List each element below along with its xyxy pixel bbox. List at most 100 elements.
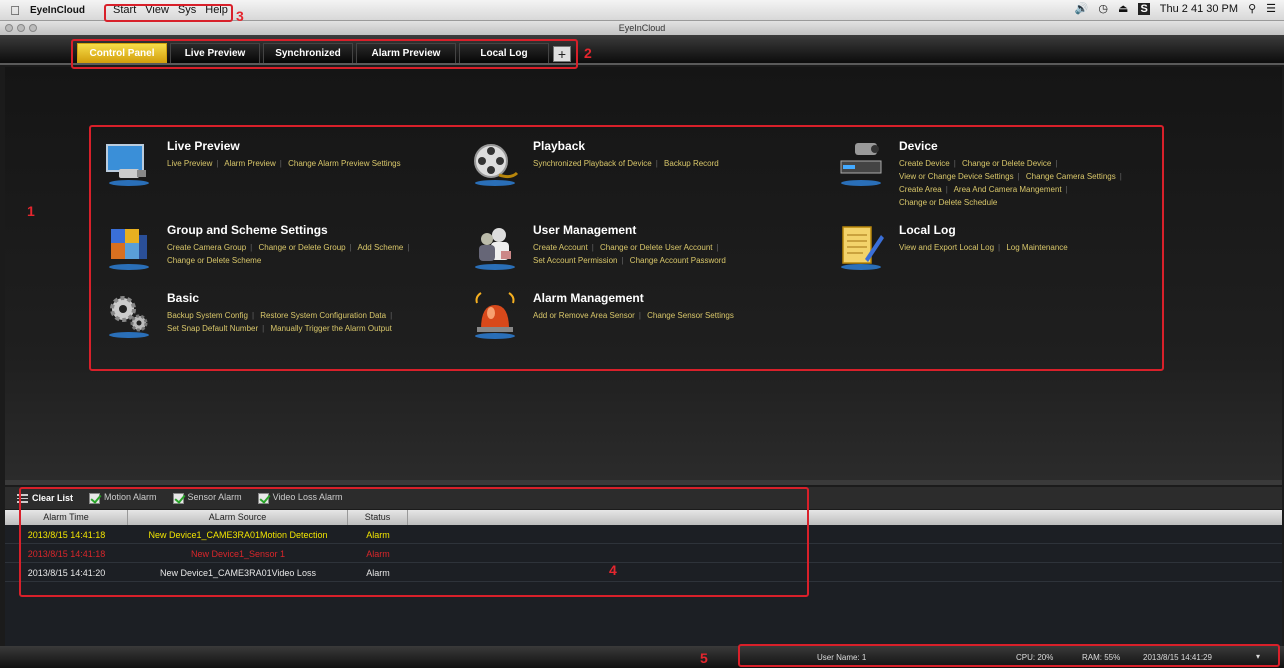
link-restore-system-config[interactable]: Restore System Configuration Data [260, 311, 386, 320]
menubar-tray: 🔊 ◷ ⏏ S Thu 2 41 30 PM ⚲ ☰ [1075, 2, 1276, 15]
tile-title[interactable]: User Management [533, 223, 773, 237]
tab-live-preview[interactable]: Live Preview [170, 43, 260, 63]
app-name[interactable]: EyeInCloud [30, 5, 85, 16]
link-view-export-local-log[interactable]: View and Export Local Log [899, 243, 994, 252]
link-create-area[interactable]: Create Area [899, 185, 942, 194]
tile-title[interactable]: Playback [533, 139, 823, 153]
film-reel-icon[interactable] [471, 139, 519, 187]
filter-video-loss-alarm[interactable]: Video Loss Alarm [257, 492, 343, 504]
tile-group-scheme: Group and Scheme Settings Create Camera … [105, 223, 457, 271]
table-row[interactable]: 2013/8/15 14:41:20 New Device1_CAME3RA01… [5, 564, 1282, 582]
cell-alarm-source: New Device1_CAME3RA01Motion Detection [148, 530, 328, 540]
tab-local-log[interactable]: Local Log [459, 43, 549, 63]
annotation-label-2: 2 [584, 45, 592, 61]
link-change-sensor-settings[interactable]: Change Sensor Settings [647, 311, 734, 320]
column-header-alarm-source[interactable]: ALarm Source [128, 510, 348, 525]
tab-control-panel[interactable]: Control Panel [77, 43, 167, 63]
alarm-table: Alarm Time ALarm Source Status 2013/8/15… [5, 510, 1282, 646]
cell-alarm-source: New Device1_CAME3RA01Video Loss [160, 568, 316, 578]
chevron-down-icon[interactable]: ▾ [1256, 652, 1260, 661]
menu-view[interactable]: View [145, 4, 169, 16]
link-create-camera-group[interactable]: Create Camera Group [167, 243, 246, 252]
panel-splitter[interactable] [5, 480, 1282, 485]
link-live-preview[interactable]: Live Preview [167, 159, 212, 168]
column-header-status[interactable]: Status [348, 510, 408, 525]
filter-motion-alarm[interactable]: Motion Alarm [89, 492, 157, 504]
tile-title[interactable]: Group and Scheme Settings [167, 223, 457, 237]
spotlight-icon[interactable]: ⚲ [1248, 2, 1256, 15]
zoom-window-button[interactable] [29, 24, 37, 32]
tab-synchronized[interactable]: Synchronized [263, 43, 353, 63]
link-change-delete-scheme[interactable]: Change or Delete Scheme [167, 256, 261, 265]
menu-help[interactable]: Help [205, 4, 228, 16]
tile-device: Device Create Device | Change or Delete D… [837, 139, 1159, 209]
link-set-snap-default-number[interactable]: Set Snap Default Number [167, 324, 258, 333]
clear-list-label: Clear List [32, 493, 74, 503]
checkbox-checked-icon[interactable] [172, 492, 184, 504]
gears-icon[interactable] [105, 291, 153, 339]
add-tab-button[interactable]: + [553, 46, 571, 62]
notepad-pencil-icon[interactable] [837, 223, 885, 271]
tile-alarm-management: Alarm Management Add or Remove Area Sens… [471, 291, 823, 339]
window-titlebar: EyeInCloud [0, 21, 1284, 35]
cell-status: Alarm [366, 568, 390, 578]
alarm-toolbar: Clear List Motion Alarm Sensor Alarm Vid… [5, 487, 1282, 509]
link-alarm-preview[interactable]: Alarm Preview [224, 159, 276, 168]
link-change-camera-settings[interactable]: Change Camera Settings [1026, 172, 1116, 181]
link-change-delete-user-account[interactable]: Change or Delete User Account [600, 243, 713, 252]
link-change-delete-schedule[interactable]: Change or Delete Schedule [899, 198, 997, 207]
tile-title[interactable]: Alarm Management [533, 291, 823, 305]
link-synchronized-playback[interactable]: Synchronized Playback of Device [533, 159, 652, 168]
alarm-siren-icon[interactable] [471, 291, 519, 339]
link-add-scheme[interactable]: Add Scheme [358, 243, 404, 252]
menubar-clock[interactable]: Thu 2 41 30 PM [1160, 3, 1238, 15]
table-row[interactable]: 2013/8/15 14:41:18 New Device1_Sensor 1 … [5, 545, 1282, 563]
link-create-account[interactable]: Create Account [533, 243, 588, 252]
system-menubar:  EyeInCloud Start View Sys Help 🔊 ◷ ⏏ S… [0, 0, 1284, 21]
close-window-button[interactable] [5, 24, 13, 32]
link-backup-system-config[interactable]: Backup System Config [167, 311, 248, 320]
tile-title[interactable]: Device [899, 139, 1159, 153]
dvr-camera-icon[interactable] [837, 139, 885, 187]
window-title: EyeInCloud [618, 23, 666, 33]
tile-title[interactable]: Local Log [899, 223, 1189, 237]
link-add-remove-area-sensor[interactable]: Add or Remove Area Sensor [533, 311, 635, 320]
link-change-alarm-preview-settings[interactable]: Change Alarm Preview Settings [288, 159, 401, 168]
apple-icon[interactable]:  [0, 3, 30, 18]
menu-sys[interactable]: Sys [178, 4, 196, 16]
eject-icon[interactable]: ⏏ [1118, 2, 1128, 15]
filter-sensor-alarm[interactable]: Sensor Alarm [172, 492, 242, 504]
tile-title[interactable]: Basic [167, 291, 447, 305]
status-cpu: CPU: 20% [1016, 653, 1054, 662]
link-manually-trigger-alarm[interactable]: Manually Trigger the Alarm Output [270, 324, 391, 333]
volume-icon[interactable]: 🔊 [1075, 2, 1089, 15]
link-create-device[interactable]: Create Device [899, 159, 950, 168]
link-area-camera-management[interactable]: Area And Camera Mangement [954, 185, 1062, 194]
link-change-or-delete-device[interactable]: Change or Delete Device [962, 159, 1051, 168]
table-row[interactable]: 2013/8/15 14:41:18 New Device1_CAME3RA01… [5, 526, 1282, 544]
link-view-change-device-settings[interactable]: View or Change Device Settings [899, 172, 1014, 181]
tab-alarm-preview[interactable]: Alarm Preview [356, 43, 456, 63]
checkbox-checked-icon[interactable] [89, 492, 101, 504]
link-change-account-password[interactable]: Change Account Password [630, 256, 726, 265]
link-change-delete-group[interactable]: Change or Delete Group [258, 243, 345, 252]
column-header-alarm-time[interactable]: Alarm Time [5, 510, 128, 525]
users-icon[interactable] [471, 223, 519, 271]
clear-list-button[interactable]: Clear List [17, 493, 73, 503]
filter-label: Video Loss Alarm [272, 492, 343, 503]
input-source-icon[interactable]: S [1138, 2, 1150, 15]
control-panel: Live Preview Live Preview | Alarm Preview… [5, 67, 1282, 480]
tile-live-preview: Live Preview Live Preview | Alarm Preview… [105, 139, 457, 187]
minimize-window-button[interactable] [17, 24, 25, 32]
menu-start[interactable]: Start [113, 4, 136, 16]
grouped-cubes-icon[interactable] [105, 223, 153, 271]
link-set-account-permission[interactable]: Set Account Permission [533, 256, 617, 265]
notification-list-icon[interactable]: ☰ [1266, 2, 1276, 15]
time-machine-icon[interactable]: ◷ [1098, 2, 1108, 15]
monitor-camera-icon[interactable] [105, 139, 153, 187]
link-log-maintenance[interactable]: Log Maintenance [1006, 243, 1067, 252]
tile-title[interactable]: Live Preview [167, 139, 457, 153]
link-backup-record[interactable]: Backup Record [664, 159, 719, 168]
checkbox-checked-icon[interactable] [257, 492, 269, 504]
filter-label: Sensor Alarm [187, 492, 242, 503]
